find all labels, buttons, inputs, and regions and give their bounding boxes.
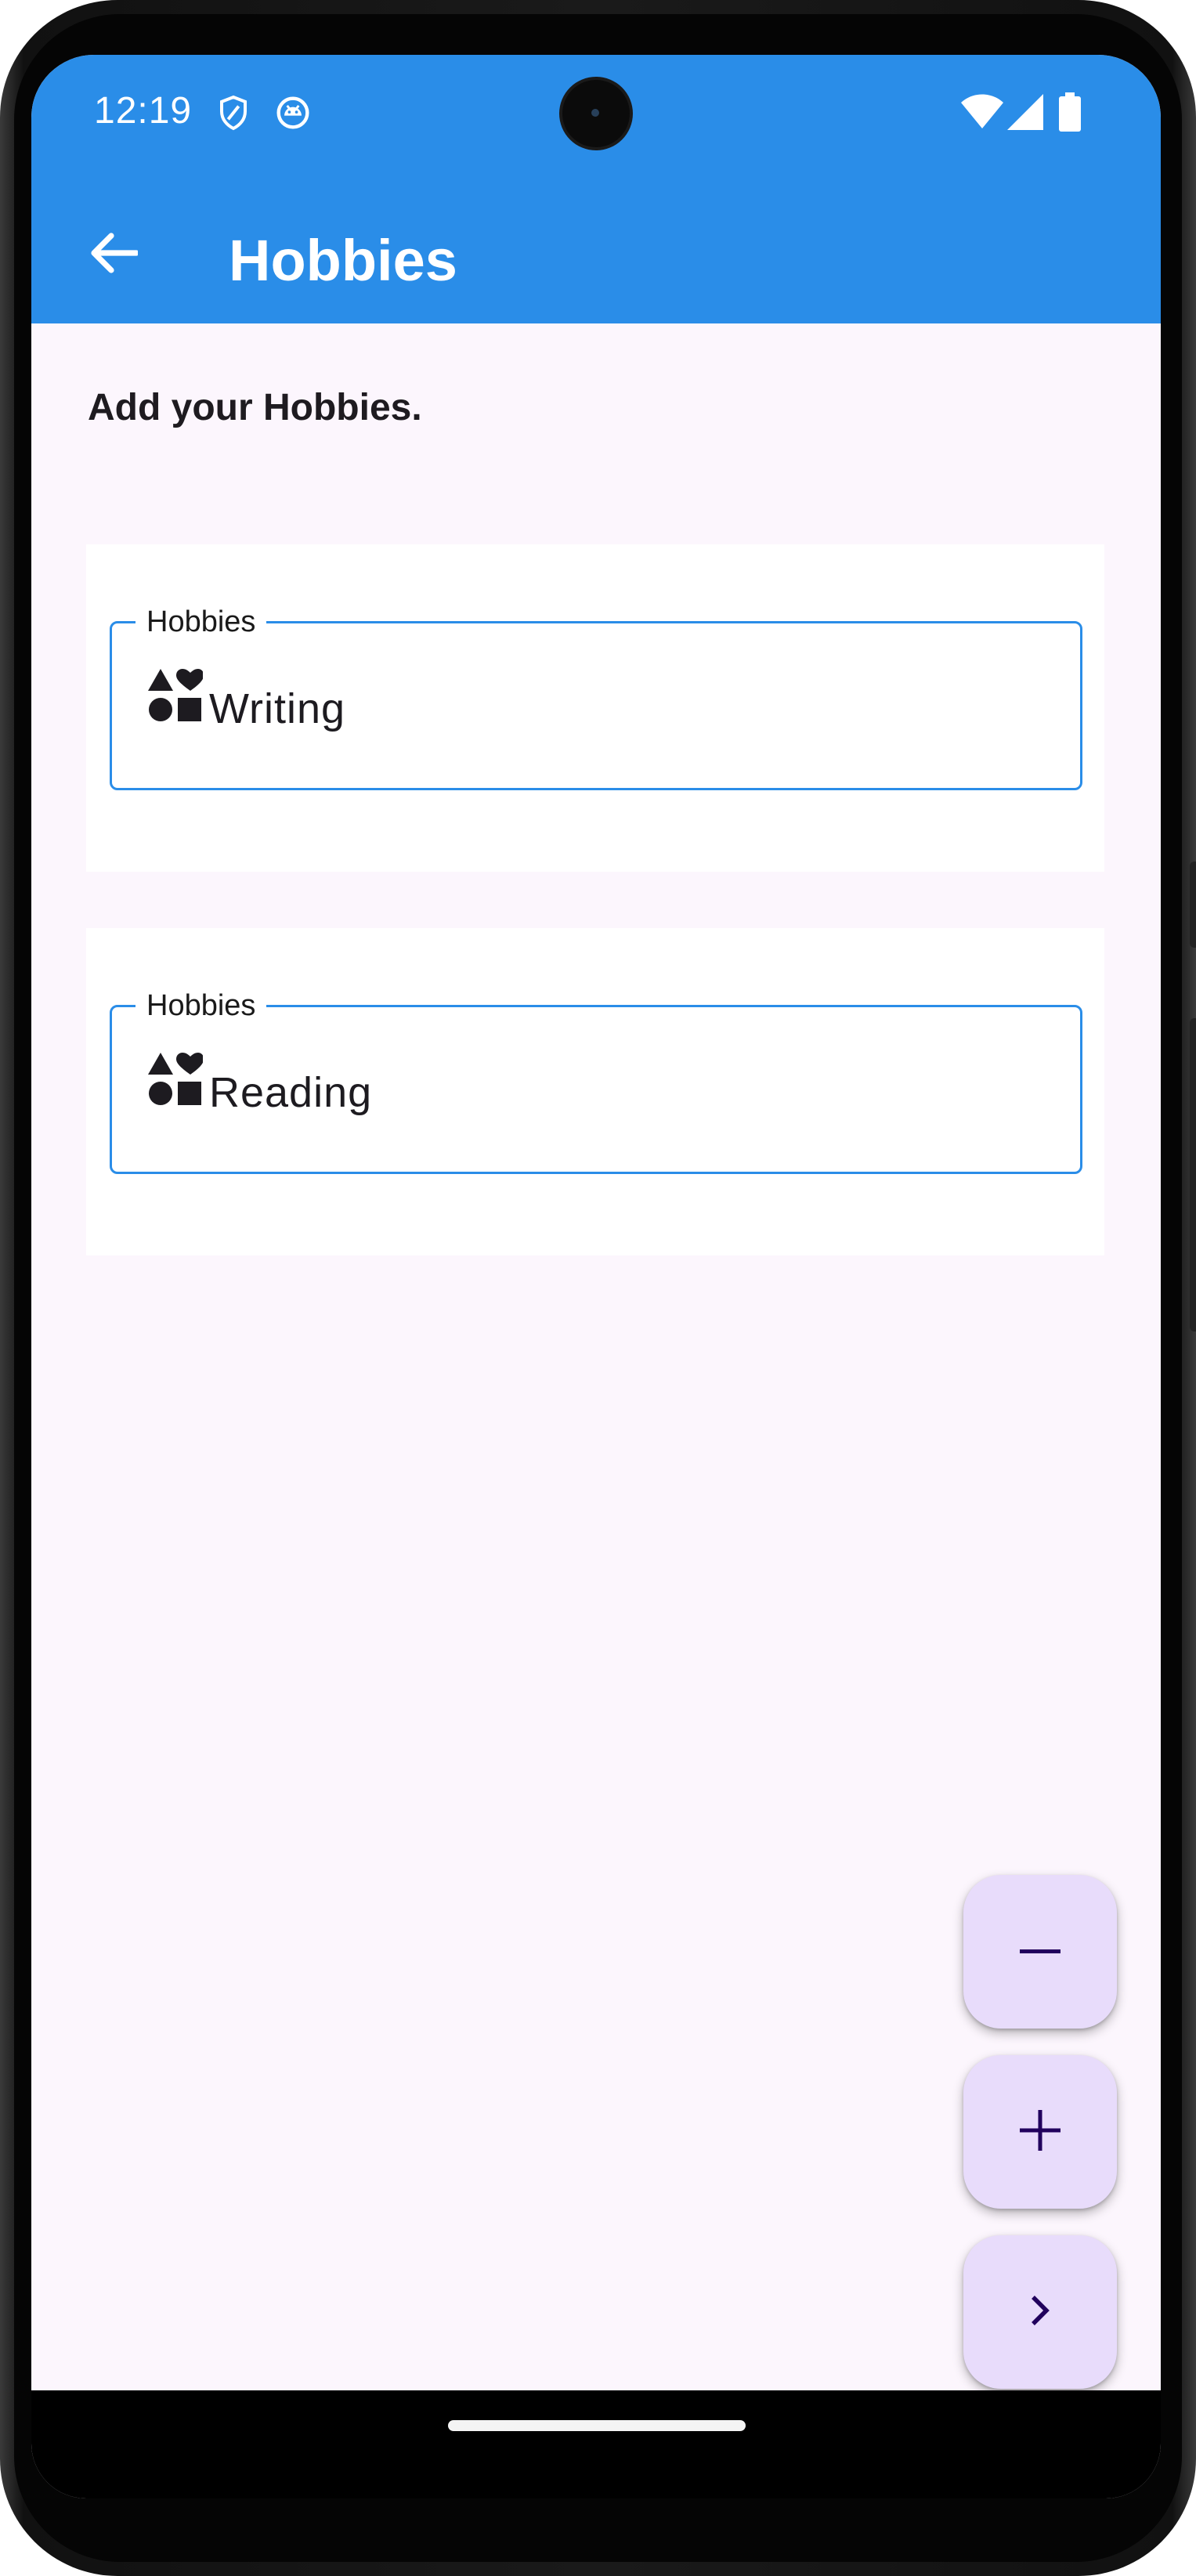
remove-hobby-button[interactable] — [963, 1875, 1117, 2029]
arrow-back-icon — [89, 232, 139, 277]
hobby-field[interactable]: Hobbies Reading — [110, 985, 1082, 1174]
android-face-icon — [276, 96, 310, 134]
hobby-field-label: Hobbies — [135, 602, 267, 642]
hobby-card: Hobbies Writing — [86, 544, 1104, 872]
navigation-bar — [31, 2390, 1161, 2498]
minus-icon — [1020, 1945, 1061, 1959]
hobby-field-value: Writing — [209, 685, 346, 732]
chevron-right-icon — [1030, 2294, 1050, 2331]
phone-frame: 12:19 Hobbies Add your Hobbies. Hobbies … — [0, 0, 1196, 2576]
interests-icon — [148, 1053, 204, 1110]
cellular-signal-icon — [1007, 94, 1043, 134]
status-time: 12:19 — [94, 90, 193, 132]
add-hobby-button[interactable] — [963, 2055, 1117, 2209]
power-button — [1190, 862, 1196, 948]
battery-icon — [1059, 92, 1081, 135]
plus-icon — [1020, 2109, 1061, 2155]
interests-icon — [148, 669, 204, 726]
toolbar: Hobbies — [31, 204, 1161, 305]
app-bar: 12:19 Hobbies — [31, 55, 1161, 323]
hobby-card: Hobbies Reading — [86, 928, 1104, 1255]
next-button[interactable] — [963, 2235, 1117, 2389]
status-bar: 12:19 — [31, 55, 1161, 172]
hobby-field-label: Hobbies — [135, 985, 267, 1026]
page-title: Hobbies — [229, 228, 457, 293]
wifi-icon — [960, 94, 1004, 134]
shield-icon — [218, 94, 249, 135]
instructions-text: Add your Hobbies. — [88, 387, 422, 428]
screen: 12:19 Hobbies Add your Hobbies. Hobbies … — [31, 55, 1161, 2498]
home-gesture-handle[interactable] — [448, 2420, 746, 2431]
back-button[interactable] — [70, 211, 157, 298]
volume-button — [1190, 1018, 1196, 1331]
hobby-field-value: Reading — [209, 1069, 373, 1116]
front-camera — [562, 80, 630, 147]
hobby-field[interactable]: Hobbies Writing — [110, 602, 1082, 790]
